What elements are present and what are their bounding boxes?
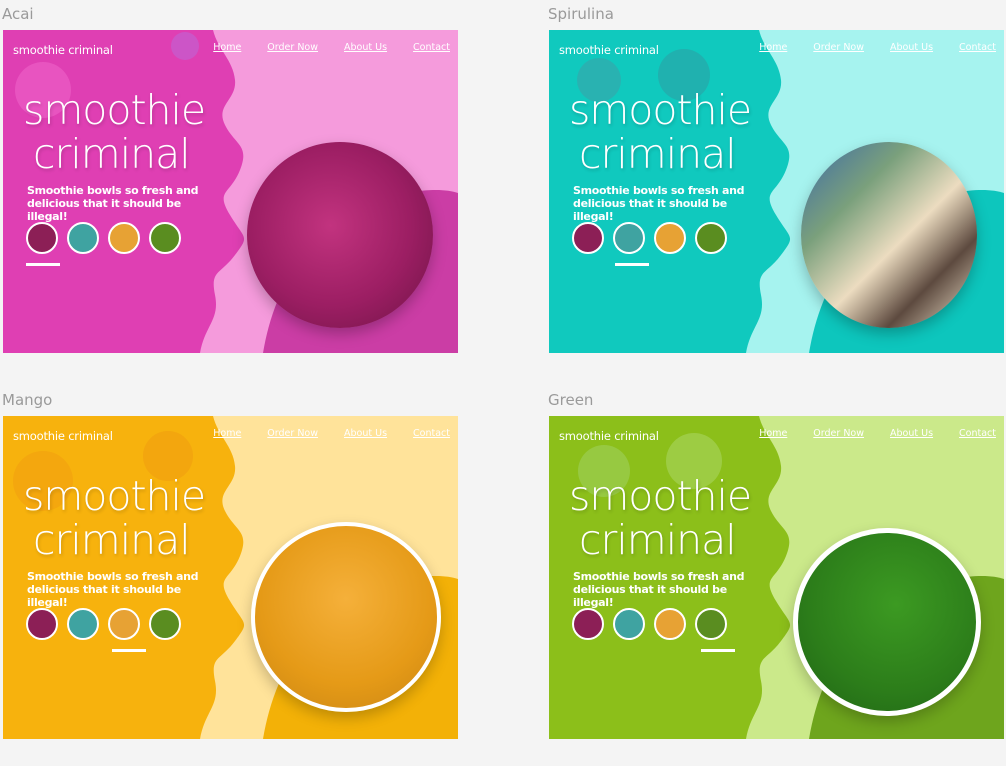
flavor-selector [26,222,190,254]
thumb-spirulina[interactable] [613,608,645,640]
nav-about-us[interactable]: About Us [344,42,387,53]
flavor-selector [572,608,736,640]
hero-logo: smoothie criminal [569,86,752,178]
hero-card: smoothie criminal Home Order Now About U… [549,30,1004,353]
thumb-spirulina[interactable] [613,222,645,254]
variant-label: Mango [2,391,53,409]
variant-label: Green [548,391,594,409]
thumb-acai[interactable] [26,608,58,640]
main-nav: Home Order Now About Us Contact [733,428,996,439]
nav-home[interactable]: Home [759,42,787,53]
bowl-image [251,522,441,712]
variant-mango: Mango smoothie criminal Home Order Now A… [2,390,458,739]
hero-tagline: Smoothie bowls so fresh and delicious th… [27,570,199,609]
nav-contact[interactable]: Contact [959,428,996,439]
brand-logo-small[interactable]: smoothie criminal [559,429,659,443]
brand-logo-small[interactable]: smoothie criminal [559,43,659,57]
main-nav: Home Order Now About Us Contact [187,428,450,439]
hero-logo: smoothie criminal [23,472,206,564]
variant-green: Green smoothie criminal Home Order Now A… [548,390,1004,739]
hero-logo: smoothie criminal [23,86,206,178]
bowl-image [793,528,981,716]
thumb-green[interactable] [695,222,727,254]
thumb-mango[interactable] [108,222,140,254]
thumb-mango[interactable] [108,608,140,640]
thumb-mango[interactable] [654,608,686,640]
main-nav: Home Order Now About Us Contact [733,42,996,53]
thumb-acai[interactable] [572,222,604,254]
brand-logo-small[interactable]: smoothie criminal [13,429,113,443]
thumb-spirulina[interactable] [67,608,99,640]
active-indicator [112,649,146,652]
main-nav: Home Order Now About Us Contact [187,42,450,53]
hero-tagline: Smoothie bowls so fresh and delicious th… [573,184,745,223]
nav-order-now[interactable]: Order Now [813,42,864,53]
variant-spirulina: Spirulina smoothie criminal Home Order N… [548,4,1004,353]
hero-card: smoothie criminal Home Order Now About U… [3,30,458,353]
thumb-acai[interactable] [572,608,604,640]
thumb-green[interactable] [695,608,727,640]
nav-home[interactable]: Home [213,42,241,53]
thumb-green[interactable] [149,222,181,254]
nav-order-now[interactable]: Order Now [267,42,318,53]
nav-contact[interactable]: Contact [413,428,450,439]
thumb-acai[interactable] [26,222,58,254]
thumb-spirulina[interactable] [67,222,99,254]
flavor-selector [26,608,190,640]
active-indicator [26,263,60,266]
nav-about-us[interactable]: About Us [344,428,387,439]
nav-about-us[interactable]: About Us [890,42,933,53]
flavor-selector [572,222,736,254]
nav-home[interactable]: Home [759,428,787,439]
brand-logo-small[interactable]: smoothie criminal [13,43,113,57]
bowl-image [247,142,433,328]
active-indicator [615,263,649,266]
nav-order-now[interactable]: Order Now [813,428,864,439]
nav-about-us[interactable]: About Us [890,428,933,439]
hero-tagline: Smoothie bowls so fresh and delicious th… [27,184,199,223]
nav-order-now[interactable]: Order Now [267,428,318,439]
hero-card: smoothie criminal Home Order Now About U… [549,416,1004,739]
hero-logo: smoothie criminal [569,472,752,564]
nav-contact[interactable]: Contact [959,42,996,53]
hero-card: smoothie criminal Home Order Now About U… [3,416,458,739]
variant-label: Acai [2,5,34,23]
variant-label: Spirulina [548,5,614,23]
active-indicator [701,649,735,652]
thumb-green[interactable] [149,608,181,640]
hero-tagline: Smoothie bowls so fresh and delicious th… [573,570,745,609]
variant-acai: Acai smoothie criminal Home Order Now Ab… [2,4,458,353]
thumb-mango[interactable] [654,222,686,254]
bowl-image [801,142,977,328]
nav-home[interactable]: Home [213,428,241,439]
nav-contact[interactable]: Contact [413,42,450,53]
